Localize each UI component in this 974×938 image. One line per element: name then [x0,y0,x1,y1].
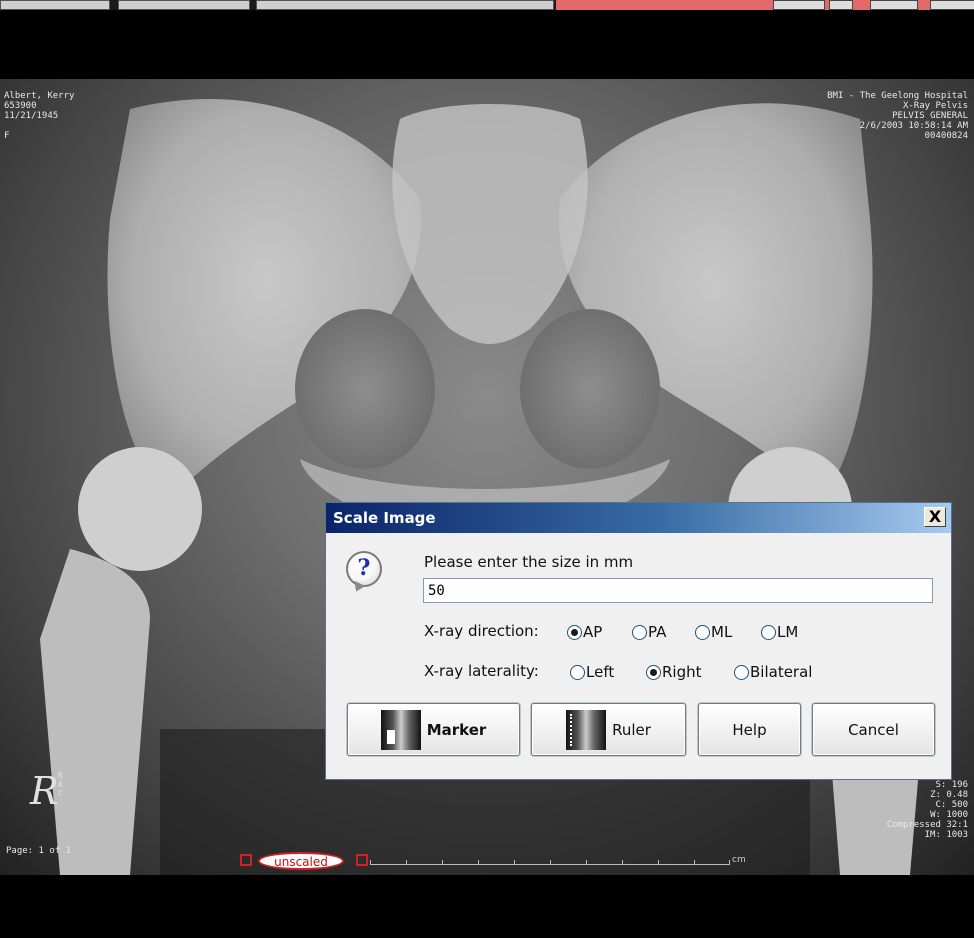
radio-icon[interactable] [570,664,585,680]
cancel-button[interactable]: Cancel [812,703,935,756]
radio-selected-icon[interactable] [646,664,661,680]
patient-name: Albert, Kerry [4,91,75,101]
radio-label: Left [586,663,615,681]
window-top-strip [0,0,974,10]
scale-status-badge[interactable]: unscaled [258,852,344,870]
scale-tick [514,860,515,865]
image-number: IM: 1003 [924,830,968,840]
direction-radio-lm[interactable]: LM [761,623,798,641]
toolbar-button[interactable] [930,0,974,10]
laterality-label: X-ray laterality: [424,662,539,680]
study-datetime: 2/6/2003 10:58:14 AM [859,121,968,131]
scale-tick [370,860,371,865]
accession-number: 00400824 [924,131,968,141]
series-number: S: 196 [935,780,968,790]
ruler-button-label: Ruler [612,720,651,739]
institution: BMI - The Geelong Hospital [827,91,968,101]
scale-tick [658,860,659,865]
laterality-radio-right[interactable]: Right [646,663,702,681]
toolbar-segment[interactable] [118,0,250,10]
marker-button-label: Marker [426,720,487,739]
cancel-button-label: Cancel [848,720,899,739]
toolbar-button[interactable] [870,0,918,10]
dialog-title: Scale Image [333,509,436,527]
series-description: PELVIS GENERAL [892,111,968,121]
scale-tick [550,860,551,865]
patient-sex: F [4,131,10,141]
scale-bar-right-handle[interactable] [356,854,368,866]
marker-thumbnail-icon [380,709,421,750]
dialog-titlebar[interactable]: Scale Image X [326,503,951,533]
scale-tick [406,860,407,865]
direction-radio-ml[interactable]: ML [695,623,732,641]
laterality-radio-left[interactable]: Left [570,663,614,681]
study-info-overlay: BMI - The Geelong Hospital X-Ray Pelvis … [827,91,968,141]
toolbar-segment[interactable] [256,0,554,10]
close-icon: X [928,507,942,526]
radio-label: Right [662,663,702,681]
scale-bar-left-handle[interactable] [240,854,252,866]
scale-tick [586,860,587,865]
scale-unit: cm [732,855,746,865]
help-button-label: Help [732,720,767,739]
compression-ratio: Compressed 32:1 [886,820,968,830]
scale-tick [478,860,479,865]
toolbar-button[interactable] [829,0,853,10]
ruler-button[interactable]: Ruler [531,703,686,756]
page-indicator: Page: 1 of 1 [6,846,72,856]
marker-button[interactable]: Marker [347,703,520,756]
zoom-level: Z: 0.48 [930,790,968,800]
radio-icon[interactable] [632,624,647,640]
laterality-marker: R [30,769,59,813]
window-width: W: 1000 [930,810,968,820]
toolbar-button[interactable] [773,0,825,10]
laterality-marker-sub: B A C [58,771,63,798]
radio-icon[interactable] [761,624,776,640]
help-button[interactable]: Help [698,703,801,756]
ruler-thumbnail-icon [566,709,607,750]
radio-icon[interactable] [734,664,749,680]
scale-tick [442,860,443,865]
direction-radio-ap[interactable]: AP [567,623,602,641]
laterality-radio-bilateral[interactable]: Bilateral [734,663,812,681]
radio-label: AP [583,623,603,641]
radio-label: ML [711,623,733,641]
question-icon: ? [346,551,382,587]
scale-image-dialog: Scale Image X ? Please enter the size in… [325,502,952,780]
size-prompt: Please enter the size in mm [424,553,634,571]
radio-icon[interactable] [695,624,710,640]
study-description: X-Ray Pelvis [902,101,968,111]
image-info-overlay: S: 196 Z: 0.48 C: 500 W: 1000 Compressed… [887,780,968,840]
toolbar-segment[interactable] [0,0,110,10]
patient-info-overlay: Albert, Kerry 653900 11/21/1945 F [4,91,74,141]
scale-tick [622,860,623,865]
close-button[interactable]: X [924,507,946,527]
patient-id: 653900 [4,101,37,111]
patient-dob: 11/21/1945 [4,111,59,121]
scale-tick [729,860,730,865]
scale-bar: unscaled cm [240,852,760,872]
scale-tick [694,860,695,865]
radio-label: Bilateral [750,663,813,681]
direction-label: X-ray direction: [424,622,539,640]
radio-label: PA [648,623,667,641]
radio-selected-icon[interactable] [567,624,582,640]
size-input[interactable] [423,578,933,603]
radio-label: LM [777,623,799,641]
direction-radio-pa[interactable]: PA [632,623,666,641]
window-center: C: 500 [935,800,968,810]
